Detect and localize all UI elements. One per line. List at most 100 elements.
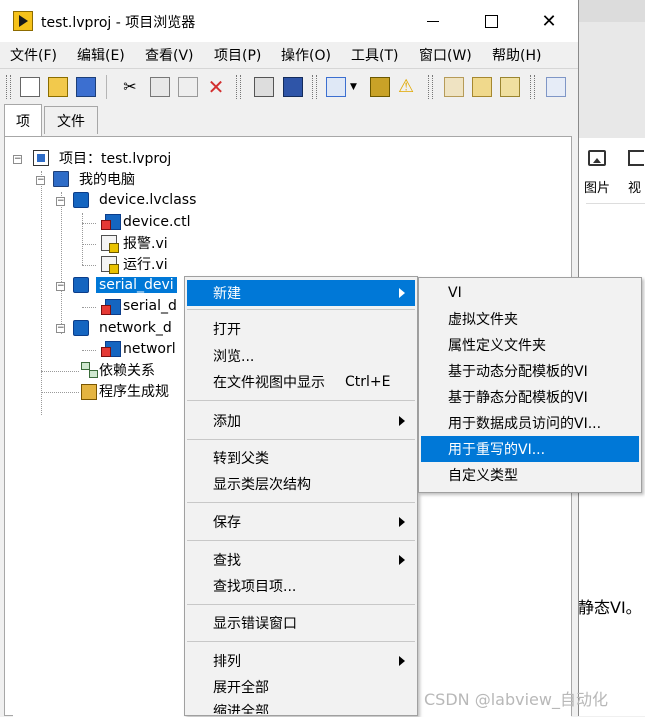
- package-icon[interactable]: [472, 77, 492, 97]
- cut-icon[interactable]: ✂: [120, 77, 140, 97]
- picture-icon[interactable]: [588, 150, 606, 166]
- menu-separator: [187, 502, 415, 503]
- menu-project[interactable]: 项目(P): [214, 45, 261, 65]
- menu-item-label: 添加: [213, 414, 241, 430]
- menu-edit[interactable]: 编辑(E): [77, 45, 125, 65]
- refresh-icon[interactable]: [500, 77, 520, 97]
- tree-item-build-specs[interactable]: 程序生成规: [99, 381, 169, 401]
- menu-help[interactable]: 帮助(H): [492, 45, 541, 65]
- tree-item-label: 运行.vi: [123, 257, 168, 273]
- view-icon[interactable]: [326, 77, 346, 97]
- tree-line: [82, 265, 96, 266]
- menu-item-arrange[interactable]: 排列: [187, 648, 415, 674]
- menu-item-browse[interactable]: 浏览...: [187, 343, 415, 369]
- collapse-toggle[interactable]: −: [56, 197, 65, 206]
- collapse-toggle[interactable]: −: [56, 282, 65, 291]
- class-icon: [73, 277, 89, 293]
- toolbar-grip-4[interactable]: [428, 75, 433, 99]
- collapse-toggle[interactable]: −: [56, 324, 65, 333]
- menu-window[interactable]: 窗口(W): [419, 45, 472, 65]
- delete-icon[interactable]: ✕: [206, 77, 226, 97]
- toolbar-grip-5[interactable]: [530, 75, 535, 99]
- build-icon[interactable]: [254, 77, 274, 97]
- submenu-item-vi[interactable]: VI: [421, 280, 639, 306]
- tree-item-dependencies[interactable]: 依赖关系: [99, 360, 155, 380]
- menu-item-save[interactable]: 保存: [187, 509, 415, 535]
- menu-view[interactable]: 查看(V): [145, 45, 194, 65]
- menu-item-label: 用于数据成员访问的VI...: [448, 416, 602, 432]
- toolbar-grip-2[interactable]: [236, 75, 241, 99]
- submenu-item-override-vi[interactable]: 用于重写的VI...: [421, 436, 639, 462]
- tree-line: [82, 213, 83, 265]
- tree-item-label: serial_d: [123, 298, 177, 314]
- menu-file[interactable]: 文件(F): [10, 45, 57, 65]
- menu-item-new[interactable]: 新建: [187, 280, 415, 306]
- tree-item-serial-ctl[interactable]: serial_d: [123, 296, 177, 316]
- tree-item-network-ctl[interactable]: networl: [123, 339, 176, 359]
- tab-items[interactable]: 项: [4, 104, 42, 136]
- menu-item-label: 打开: [213, 322, 241, 338]
- menu-item-label: 浏览...: [213, 349, 255, 365]
- submenu-item-data-member-access-vi[interactable]: 用于数据成员访问的VI...: [421, 410, 639, 436]
- menu-item-goto-parent[interactable]: 转到父类: [187, 445, 415, 471]
- menu-item-find-items[interactable]: 查找项目项...: [187, 573, 415, 599]
- video-icon[interactable]: [628, 150, 644, 166]
- window-title: test.lvproj - 项目浏览器: [41, 15, 196, 31]
- tree-item-my-computer[interactable]: 我的电脑: [79, 169, 135, 189]
- menu-item-add[interactable]: 添加: [187, 408, 415, 434]
- menu-item-label: 基于动态分配模板的VI: [448, 364, 588, 380]
- tree-item-run-vi[interactable]: 运行.vi: [123, 254, 168, 274]
- warning-icon[interactable]: ⚠: [398, 77, 418, 97]
- properties-icon[interactable]: [370, 77, 390, 97]
- tree-item-label: serial_devi: [96, 277, 177, 293]
- submenu-item-static-dispatch-vi[interactable]: 基于静态分配模板的VI: [421, 384, 639, 410]
- tree-item-device-ctl[interactable]: device.ctl: [123, 212, 191, 232]
- new-icon[interactable]: [20, 77, 40, 97]
- tree-item-serial-device-class[interactable]: serial_devi: [96, 275, 177, 295]
- menu-item-show-hierarchy[interactable]: 显示类层次结构: [187, 471, 415, 497]
- dependencies-icon[interactable]: [444, 77, 464, 97]
- menu-item-label: 显示类层次结构: [213, 477, 311, 493]
- tree-line: [41, 371, 79, 372]
- menu-item-label: 基于静态分配模板的VI: [448, 390, 588, 406]
- copy-icon[interactable]: [150, 77, 170, 97]
- submenu-item-dynamic-dispatch-vi[interactable]: 基于动态分配模板的VI: [421, 358, 639, 384]
- toolbar-grip-3[interactable]: [312, 75, 317, 99]
- tree-item-project[interactable]: 项目：test.lvproj: [59, 148, 171, 168]
- open-icon[interactable]: [48, 77, 68, 97]
- toolbar-grip[interactable]: [6, 75, 11, 99]
- title-bar: test.lvproj - 项目浏览器 ✕: [0, 0, 578, 42]
- submenu-arrow-icon: [399, 517, 405, 527]
- tree-item-label: 依赖关系: [99, 363, 155, 379]
- submenu-item-typedef[interactable]: 自定义类型: [421, 462, 639, 488]
- menu-item-expand-all[interactable]: 展开全部: [187, 674, 415, 700]
- minimize-button[interactable]: [404, 0, 462, 42]
- control-icon: [101, 214, 121, 230]
- menu-item-label: 保存: [213, 515, 241, 531]
- control-icon: [101, 341, 121, 357]
- submenu-item-virtual-folder[interactable]: 虚拟文件夹: [421, 306, 639, 332]
- close-button[interactable]: ✕: [520, 0, 578, 42]
- collapse-toggle[interactable]: −: [36, 176, 45, 185]
- menu-operate[interactable]: 操作(O): [281, 45, 331, 65]
- menu-item-show-errors[interactable]: 显示错误窗口: [187, 610, 415, 636]
- menu-item-find[interactable]: 查找: [187, 547, 415, 573]
- menu-tools[interactable]: 工具(T): [351, 45, 398, 65]
- dropdown-arrow-icon[interactable]: ▼: [350, 77, 370, 97]
- menu-item-collapse-all[interactable]: 缩进全部: [187, 698, 415, 714]
- menu-item-show-in-files[interactable]: 在文件视图中显示 Ctrl+E: [187, 369, 415, 395]
- menu-item-open[interactable]: 打开: [187, 316, 415, 342]
- collapse-toggle[interactable]: −: [13, 155, 22, 164]
- tree-item-label: networl: [123, 341, 176, 357]
- tree-item-device-class[interactable]: device.lvclass: [99, 190, 196, 210]
- tree-item-alarm-vi[interactable]: 报警.vi: [123, 233, 168, 253]
- find-icon[interactable]: [546, 77, 566, 97]
- paste-icon[interactable]: [178, 77, 198, 97]
- tab-files[interactable]: 文件: [44, 106, 98, 134]
- submenu-item-property-folder[interactable]: 属性定义文件夹: [421, 332, 639, 358]
- save-all-icon[interactable]: [76, 77, 96, 97]
- save-icon[interactable]: [283, 77, 303, 97]
- maximize-button[interactable]: [462, 0, 520, 42]
- tree-line: [82, 350, 96, 351]
- tree-item-network-class[interactable]: network_d: [99, 318, 172, 338]
